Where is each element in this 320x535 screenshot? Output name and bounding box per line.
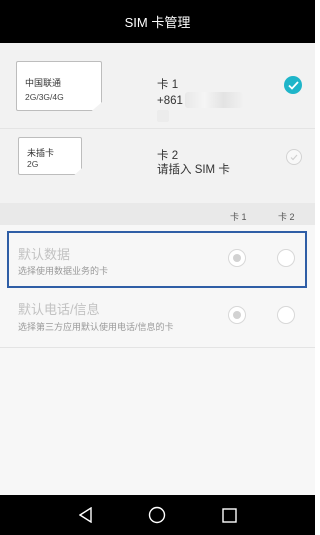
default-call-card2-radio[interactable]	[277, 306, 295, 324]
sim-2-info: 卡 2 请插入 SIM 卡	[157, 149, 230, 177]
sim-1-network: 2G/3G/4G	[25, 92, 64, 102]
sim-row-1[interactable]: 中国联通 2G/3G/4G 卡 1 +861	[0, 43, 315, 129]
default-call-card1-radio[interactable]	[228, 306, 246, 324]
sim-management-screen: SIM 卡管理 中国联通 2G/3G/4G 卡 1 +861 未插卡 2G 卡 …	[0, 0, 315, 535]
check-circle-icon[interactable]	[284, 76, 302, 94]
sim-1-info: 卡 1 +861	[157, 78, 243, 122]
sim-2-network: 2G	[27, 159, 39, 169]
page-title: SIM 卡管理	[124, 15, 191, 30]
navigation-bar	[0, 495, 315, 535]
home-circle-icon[interactable]	[146, 504, 168, 526]
column-header-band	[0, 203, 315, 225]
sim-1-carrier: 中国联通	[25, 78, 62, 88]
recents-square-icon[interactable]	[218, 504, 240, 526]
highlight-annotation-box	[7, 231, 307, 288]
redacted-blur	[157, 110, 169, 122]
back-triangle-icon[interactable]	[75, 504, 97, 526]
default-call-sms-row[interactable]: 默认电话/信息 选择第三方应用默认使用电话/信息的卡	[0, 287, 315, 348]
sim-1-slot-label: 卡 1	[157, 79, 179, 91]
sim-card-1-graphic: 中国联通 2G/3G/4G	[16, 61, 102, 111]
sim-card-list: 中国联通 2G/3G/4G 卡 1 +861 未插卡 2G 卡 2 请插入 SI…	[0, 43, 315, 203]
redacted-number-blur	[184, 92, 243, 108]
sim-2-status: 请插入 SIM 卡	[157, 164, 230, 176]
sim-2-carrier: 未插卡	[27, 148, 55, 158]
sim-2-slot-label: 卡 2	[157, 150, 179, 162]
column-header-card-1: 卡 1	[230, 212, 247, 222]
sim-card-2-graphic: 未插卡 2G	[18, 137, 82, 175]
default-call-sms-subtitle: 选择第三方应用默认使用电话/信息的卡	[18, 322, 174, 332]
default-call-sms-title: 默认电话/信息	[18, 302, 100, 317]
title-bar: SIM 卡管理	[0, 0, 315, 43]
sim-row-2[interactable]: 未插卡 2G 卡 2 请插入 SIM 卡	[0, 129, 315, 203]
sim-1-number: +861	[157, 95, 183, 107]
check-circle-disabled-icon	[286, 149, 302, 165]
column-header-card-2: 卡 2	[278, 212, 295, 222]
